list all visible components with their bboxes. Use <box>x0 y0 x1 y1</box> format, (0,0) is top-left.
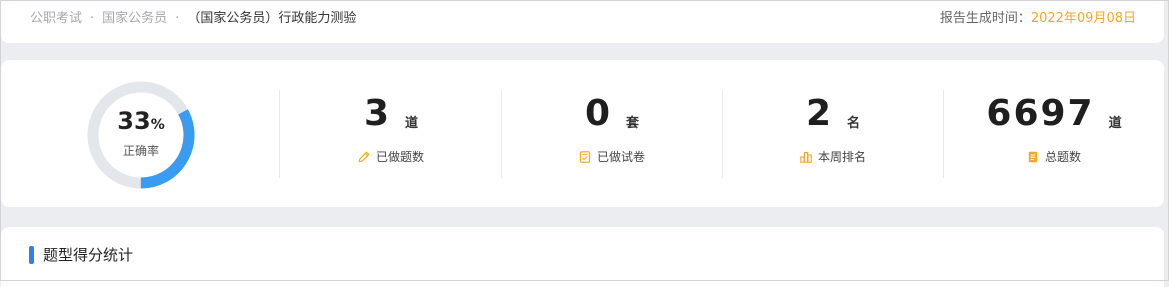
breadcrumb-separator: · <box>175 11 180 26</box>
accuracy-readout: 33% 正确率 <box>85 106 197 159</box>
section-card: 题型得分统计 <box>1 227 1164 287</box>
accuracy-value: 33 <box>117 107 151 135</box>
divider <box>279 90 280 178</box>
stat-value: 2 <box>805 93 834 134</box>
accuracy-label: 正确率 <box>122 144 159 158</box>
stat-papers-done: 0套 已做试卷 <box>502 94 722 165</box>
accuracy-unit: % <box>150 117 165 133</box>
pencil-icon <box>358 151 370 163</box>
stat-weekly-rank: 2名 本周排名 <box>723 94 943 165</box>
stats-card: 33% 正确率 3道 已做题数 0套 已做试卷 2名 本周排名 6697 道 总… <box>1 60 1164 207</box>
stat-value: 0 <box>584 93 613 134</box>
stat-label: 总题数 <box>1044 150 1081 164</box>
breadcrumb-current: （国家公务员）行政能力测验 <box>187 11 357 26</box>
report-time-label: 报告生成时间： <box>939 11 1031 26</box>
stat-unit: 名 <box>847 116 861 131</box>
stat-value: 3 <box>363 93 392 134</box>
section-title: 题型得分统计 <box>43 246 134 264</box>
stat-label: 本周排名 <box>817 150 866 164</box>
stat-label: 已做试卷 <box>596 150 645 164</box>
section-accent-bar <box>29 246 34 264</box>
stat-questions-done: 3道 已做题数 <box>281 94 501 165</box>
ranking-chart-icon <box>800 151 812 163</box>
accuracy-ring: 33% 正确率 <box>85 79 197 191</box>
exam-paper-icon <box>579 151 591 163</box>
report-time: 报告生成时间：2022年09月08日 <box>940 7 1136 26</box>
stat-value: 6697 <box>986 93 1095 134</box>
breadcrumb-link-civil-servant[interactable]: 国家公务员 <box>102 7 167 26</box>
stat-unit: 套 <box>626 116 640 131</box>
breadcrumb-separator: · <box>90 11 95 26</box>
header-card: 公职考试 · 国家公务员 · （国家公务员）行政能力测验 报告生成时间：2022年09月… <box>1 1 1164 43</box>
document-icon <box>1028 151 1038 163</box>
stat-unit: 道 <box>1108 116 1122 131</box>
breadcrumb: 公职考试 · 国家公务员 · （国家公务员）行政能力测验 <box>30 7 356 26</box>
stat-label: 已做题数 <box>375 150 424 164</box>
stat-unit: 道 <box>405 116 419 131</box>
breadcrumb-link-exam[interactable]: 公职考试 <box>30 7 82 26</box>
report-date: 2022年09月08日 <box>1030 11 1136 26</box>
stat-total-questions: 6697 道 总题数 <box>944 94 1164 165</box>
